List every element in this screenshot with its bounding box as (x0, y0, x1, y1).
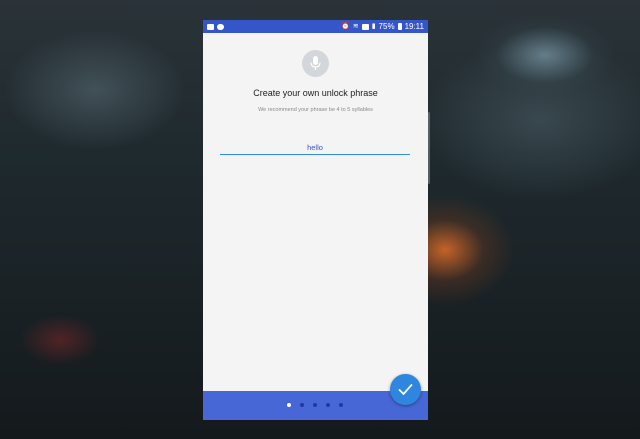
scroll-indicator[interactable] (428, 112, 430, 184)
clock-time: 19:11 (404, 22, 424, 31)
chat-bubble-icon (217, 23, 224, 30)
page-dot-3[interactable] (313, 403, 317, 407)
unlock-phrase-input[interactable] (220, 141, 410, 155)
page-dot-1[interactable] (287, 403, 291, 407)
confirm-button[interactable] (390, 374, 421, 405)
page-dot-2[interactable] (300, 403, 304, 407)
battery-icon (397, 23, 402, 30)
page-subtitle: We recommend your phrase be 4 to 5 sylla… (258, 107, 373, 113)
page-dot-4[interactable] (326, 403, 330, 407)
page-title: Create your own unlock phrase (253, 88, 378, 98)
page-indicator (287, 403, 343, 407)
page-dot-5[interactable] (339, 403, 343, 407)
status-bar-left (207, 20, 224, 33)
battery-percentage: 75% (378, 22, 395, 31)
alarm-icon: ⏰ (341, 23, 350, 30)
wifi-icon: ≋ (352, 23, 359, 30)
image-icon (207, 23, 214, 30)
nfc-icon (361, 23, 369, 30)
status-bar-right: ⏰ ≋ ▮ 75% 19:11 (341, 20, 424, 33)
phone-screen: ⏰ ≋ ▮ 75% 19:11 Create your own unlock p… (203, 20, 428, 420)
signal-icon: ▮ (371, 23, 376, 30)
checkmark-icon (398, 384, 413, 395)
mic-icon (310, 56, 321, 70)
status-bar: ⏰ ≋ ▮ 75% 19:11 (203, 20, 428, 33)
mic-button[interactable] (302, 50, 329, 77)
